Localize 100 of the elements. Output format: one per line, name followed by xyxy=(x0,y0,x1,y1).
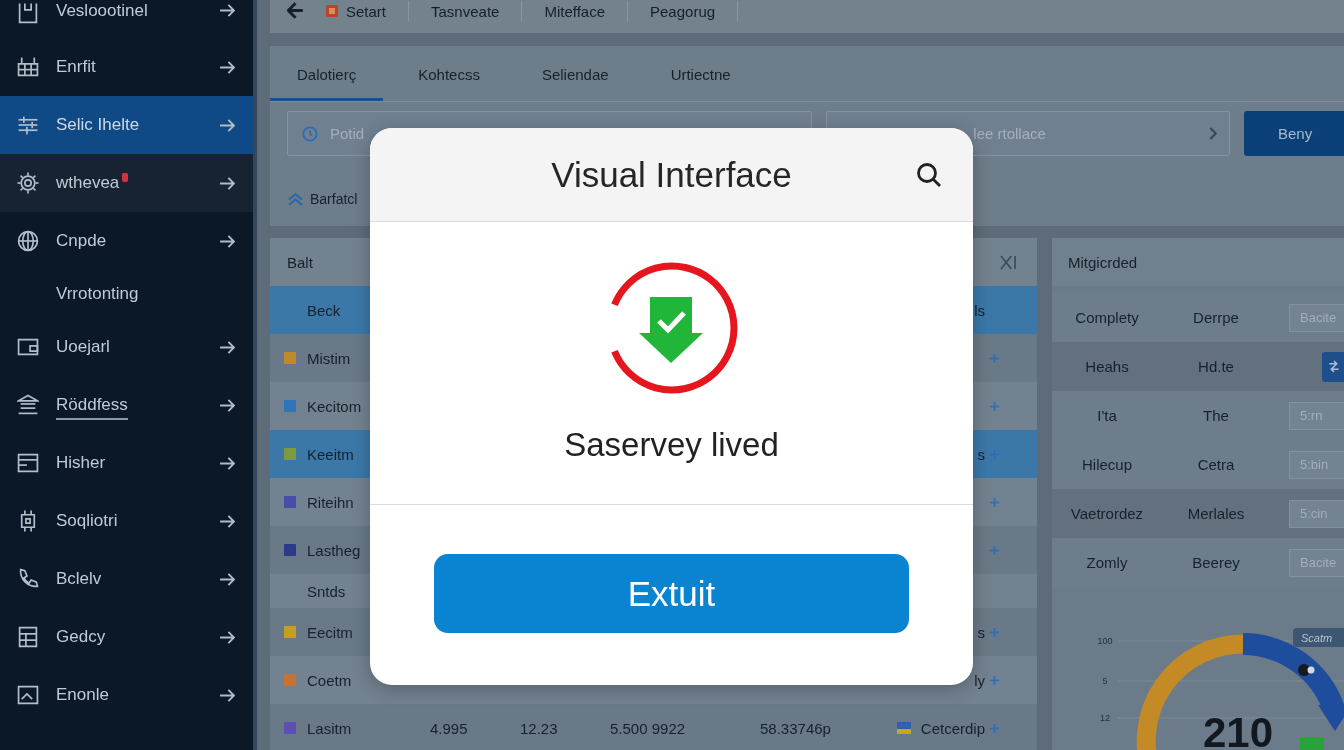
toolbar-item[interactable]: Setart xyxy=(304,1,410,21)
table-cell: s xyxy=(977,445,985,463)
table-cell: Lastheg xyxy=(307,541,361,559)
sidebar-item[interactable]: Uoejarl xyxy=(0,318,253,376)
table-cell: ls xyxy=(974,301,985,319)
document-icon xyxy=(17,626,39,648)
tab[interactable]: Dalotierç xyxy=(270,51,384,101)
swatch-icon xyxy=(896,722,911,734)
tab[interactable]: Seliendae xyxy=(514,51,636,101)
box-icon xyxy=(17,2,39,24)
table-cell-text: Derrpe xyxy=(1192,309,1240,326)
plus-icon[interactable] xyxy=(989,626,1000,638)
plus-icon[interactable] xyxy=(989,352,1000,364)
section-label: Barfatcl xyxy=(310,191,358,207)
table-cell-text: Zomly xyxy=(1085,554,1129,571)
table-cell-text: Beerey xyxy=(1191,554,1241,571)
arrow-right-icon xyxy=(219,340,235,354)
close-icon[interactable] xyxy=(1000,254,1017,270)
table-cell: Cetcerdip xyxy=(920,719,985,737)
axis-tick-label: 100 xyxy=(1097,636,1113,646)
search-icon[interactable] xyxy=(916,161,942,188)
table-cell-text: Vaetrordez xyxy=(1069,505,1145,522)
table-cell: ly xyxy=(974,671,985,689)
exit-button[interactable]: Extuit xyxy=(434,554,909,633)
sidebar-item[interactable]: Hisher xyxy=(0,434,253,492)
panel-title: Mitgicrded xyxy=(1068,253,1138,271)
arrow-right-icon xyxy=(219,572,235,586)
table-cell-text: Hd.te xyxy=(1197,358,1235,375)
layers-icon xyxy=(17,394,39,416)
sidebar-item[interactable]: Gedcy xyxy=(0,608,253,666)
tab[interactable]: Urtiectne xyxy=(643,51,758,101)
wallet-icon xyxy=(17,336,39,358)
image-icon xyxy=(17,684,39,706)
sidebar-item[interactable]: Vrrotonting xyxy=(0,270,253,318)
sidebar-item[interactable]: Enonle xyxy=(0,666,253,724)
plus-icon[interactable] xyxy=(989,400,1000,412)
toolbar-item[interactable]: Peagorug xyxy=(628,1,739,21)
table-cell: Sntds xyxy=(307,582,346,600)
table-cell: Riteihn xyxy=(307,493,354,511)
tile-icon xyxy=(326,5,338,17)
table-cell: Mistim xyxy=(307,349,351,367)
dialog-title: Visual Interface xyxy=(551,154,792,195)
sidebar-item[interactable]: Röddfess xyxy=(0,376,253,434)
table-cell: Beck xyxy=(307,301,341,319)
sidebar-item[interactable]: Selic Ihelte xyxy=(0,96,253,154)
table-cell-text: The xyxy=(1202,407,1230,424)
table-cell-text: Merlales xyxy=(1186,505,1246,522)
arrow-left-icon xyxy=(287,2,304,19)
sidebar-item[interactable]: Cnpde xyxy=(0,212,253,270)
arrow-right-icon xyxy=(219,514,235,528)
globe-icon xyxy=(17,230,39,252)
table-cell: 5.500 9922 xyxy=(610,719,686,737)
tab[interactable]: Kohtecss xyxy=(391,51,507,101)
chevron-right-icon[interactable] xyxy=(1209,127,1217,140)
window-icon xyxy=(17,452,39,474)
action-button[interactable]: Beny xyxy=(1244,111,1344,156)
settings-icon xyxy=(17,172,39,194)
axis-tick-label: 12 xyxy=(1100,713,1110,723)
table-cell: Eecitm xyxy=(307,623,353,641)
sidebar-item[interactable]: Soqliotri xyxy=(0,492,253,550)
table-cell-text: Heahs xyxy=(1084,358,1130,375)
arrow-right-icon xyxy=(219,630,235,644)
sidebar-item[interactable]: Vesloootinel xyxy=(0,0,253,38)
plus-icon[interactable] xyxy=(989,496,1000,508)
table-cell: Coetm xyxy=(307,671,352,689)
toolbar-item[interactable]: Mitefface xyxy=(522,1,628,21)
table-cell: s xyxy=(977,623,985,641)
toolbar-item[interactable]: Tasnveate xyxy=(409,1,523,21)
back-button[interactable] xyxy=(287,1,304,20)
arrow-right-icon xyxy=(219,60,235,74)
plus-icon[interactable] xyxy=(989,722,1000,734)
arrow-right-icon xyxy=(219,456,235,470)
table-cell: Kecitom xyxy=(307,397,362,415)
plus-icon[interactable] xyxy=(989,674,1000,686)
table-cell-text: Cetra xyxy=(1196,456,1236,473)
table-icon xyxy=(17,56,39,78)
phone-icon xyxy=(17,568,39,590)
table-title: Balt xyxy=(287,253,313,271)
sliders-icon xyxy=(17,114,39,136)
table-cell-text: I'ta xyxy=(1096,407,1118,424)
arrow-right-icon xyxy=(219,118,235,132)
arrow-right-icon xyxy=(219,398,235,412)
sidebar-item[interactable]: Bclelv xyxy=(0,550,253,608)
arrows-icon xyxy=(1328,360,1340,373)
sidebar-item[interactable]: wthevea xyxy=(0,154,253,212)
arrow-right-icon xyxy=(219,176,235,190)
table-cell: Lasitm xyxy=(307,719,352,737)
plus-icon[interactable] xyxy=(989,544,1000,556)
arrow-right-icon xyxy=(219,688,235,702)
table-cell-text: Complety xyxy=(1074,309,1140,326)
dialog-message: Saservey lived xyxy=(564,425,779,465)
arrow-right-icon xyxy=(219,4,235,17)
axis-tick-label: 5 xyxy=(1102,676,1108,686)
arrow-right-icon xyxy=(219,234,235,248)
table-cell-text: Hilecup xyxy=(1081,456,1133,473)
table-cell: 4.995 xyxy=(430,719,468,737)
clock-icon xyxy=(302,125,318,142)
sidebar-item[interactable]: Enrfit xyxy=(0,38,253,96)
table-cell: 58.33746p xyxy=(760,719,831,737)
table-cell: 12.23 xyxy=(520,719,558,737)
